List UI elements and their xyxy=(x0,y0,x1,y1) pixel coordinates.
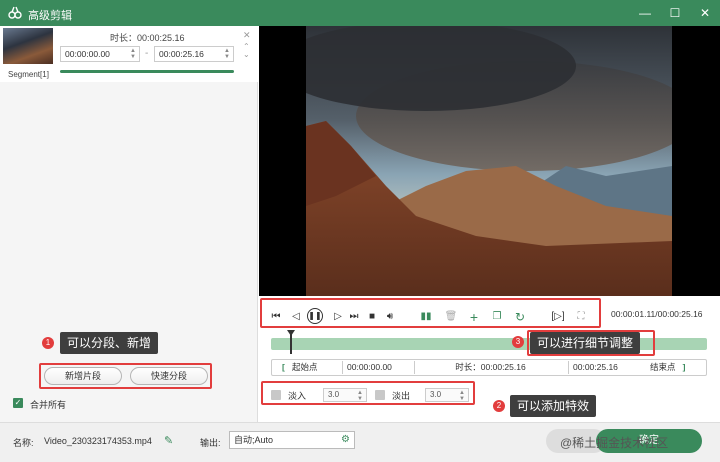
skip-to-end-icon[interactable]: ⏭ xyxy=(347,310,361,324)
segment-end-field[interactable]: 00:00:25.16 ▲ ▼ xyxy=(154,46,234,62)
close-icon[interactable]: ✕ xyxy=(696,4,714,22)
fade-in-label: 淡入 xyxy=(288,391,307,401)
segment-start-value: 00:00:00.00 xyxy=(65,49,110,59)
step-badge-3: 3 xyxy=(512,336,524,348)
segment-progress xyxy=(60,70,234,73)
app-logo-icon xyxy=(8,6,22,19)
pause-icon[interactable]: ❚❚ xyxy=(307,308,323,324)
set-start-point-button[interactable]: [ 起始点 xyxy=(282,361,317,374)
set-end-point-button[interactable]: 结束点 ] xyxy=(650,361,685,374)
watermark-text: @稀土掘金技术社区 xyxy=(560,436,669,450)
prev-frame-icon[interactable]: ◁ xyxy=(289,310,303,324)
merge-all-checkbox[interactable]: ✓ xyxy=(13,398,23,408)
reorder-chevrons-icon[interactable]: ⌃ ⌄ xyxy=(243,43,250,59)
file-name: Video_230323174353.mp4 xyxy=(44,436,152,446)
stepper-icon[interactable]: ▲ ▼ xyxy=(357,390,364,402)
output-label: 输出: xyxy=(200,438,221,448)
stop-icon[interactable]: ■ xyxy=(365,310,379,324)
range-end-field[interactable]: 00:00:25.16 xyxy=(568,361,638,374)
range-separator: - xyxy=(145,48,149,59)
fade-out-checkbox[interactable] xyxy=(375,390,385,400)
video-preview xyxy=(259,26,720,296)
segment-panel: Segment[1] 时长：00:00:25.16 00:00:00.00 ▲ ▼… xyxy=(0,26,258,422)
segment-duration: 时长：00:00:25.16 xyxy=(110,33,185,43)
video-frame-image xyxy=(306,26,672,296)
fade-out-value: 3.0 xyxy=(430,390,442,399)
bracket-left-icon: [ xyxy=(282,362,285,372)
edit-name-icon[interactable]: ✎ xyxy=(164,434,173,447)
tooltip-split-add: 可以分段、新增 xyxy=(60,332,159,354)
skip-to-start-icon[interactable]: ⏮ xyxy=(269,310,283,324)
fade-out-label: 淡出 xyxy=(392,391,411,401)
fade-in-field[interactable]: 3.0 ▲ ▼ xyxy=(323,388,367,402)
reset-icon[interactable]: ↻ xyxy=(513,310,527,324)
editor-controls: ⏮ ◁ ❚❚ ▷ ⏭ ■ 🔊︎ ▮▮ 🗑︎ + ❐ ↻ [▷] ⛶ 00:00:… xyxy=(259,296,720,422)
segment-end-value: 00:00:25.16 xyxy=(159,49,204,59)
settings-gear-icon[interactable]: ⚙ xyxy=(341,432,350,448)
minimize-icon[interactable]: — xyxy=(636,4,654,22)
maximize-icon[interactable]: ☐ xyxy=(666,4,684,22)
split-icon[interactable]: ▮▮ xyxy=(419,310,433,324)
segment-label: Segment[1] xyxy=(8,70,49,79)
delete-icon[interactable]: 🗑︎ xyxy=(444,310,458,324)
range-start-field[interactable]: 00:00:00.00 xyxy=(342,361,412,374)
stepper-icon[interactable]: ▲ ▼ xyxy=(459,390,466,402)
volume-icon[interactable]: 🔊︎ xyxy=(383,310,397,324)
fade-out-field[interactable]: 3.0 ▲ ▼ xyxy=(425,388,469,402)
step-badge-1: 1 xyxy=(42,337,54,349)
range-bar: [ 起始点 00:00:00.00 时长：00:00:25.16 00:00:2… xyxy=(271,359,707,376)
tooltip-add-effects: 可以添加特效 xyxy=(510,395,597,417)
add-segment-button[interactable]: 新增片段 xyxy=(44,367,122,385)
start-point-label: 起始点 xyxy=(291,362,318,372)
fade-in-checkbox[interactable] xyxy=(271,390,281,400)
playback-timecode: 00:00:01.11/00:00:25.16 xyxy=(611,309,703,319)
end-point-label: 结束点 xyxy=(650,362,676,372)
copy-icon[interactable]: ❐ xyxy=(490,310,504,324)
fade-in-value: 3.0 xyxy=(328,390,340,399)
merge-all-label: 合并所有 xyxy=(30,400,67,410)
crop-icon[interactable]: [▷] xyxy=(551,310,565,324)
stepper-icon[interactable]: ▲ ▼ xyxy=(130,48,137,60)
bottom-bar: 名称: Video_230323174353.mp4 ✎ 输出: 自动;Auto… xyxy=(0,422,720,462)
range-duration: 时长：00:00:25.16 xyxy=(414,361,566,374)
segment-card[interactable]: Segment[1] 时长：00:00:25.16 00:00:00.00 ▲ ▼… xyxy=(0,26,258,82)
segment-thumbnail xyxy=(3,28,53,64)
title-bar: 高级剪辑 — ☐ ✕ xyxy=(0,0,720,26)
fullscreen-icon[interactable]: ⛶ xyxy=(574,310,588,324)
tooltip-fine-adjust: 可以进行细节调整 xyxy=(530,332,641,354)
stepper-icon[interactable]: ▲ ▼ xyxy=(224,48,231,60)
remove-segment-icon[interactable]: ✕ xyxy=(243,30,251,41)
bracket-right-icon: ] xyxy=(682,362,686,372)
step-badge-2: 2 xyxy=(493,400,505,412)
quick-split-button[interactable]: 快速分段 xyxy=(130,367,208,385)
name-label: 名称: xyxy=(13,438,34,448)
output-value: 自动;Auto xyxy=(234,435,274,445)
playhead[interactable] xyxy=(290,332,293,354)
next-frame-icon[interactable]: ▷ xyxy=(331,310,345,324)
window-title: 高级剪辑 xyxy=(28,10,72,22)
output-select[interactable]: 自动;Auto ⚙ xyxy=(229,431,355,449)
segment-start-field[interactable]: 00:00:00.00 ▲ ▼ xyxy=(60,46,140,62)
add-icon[interactable]: + xyxy=(467,310,481,324)
